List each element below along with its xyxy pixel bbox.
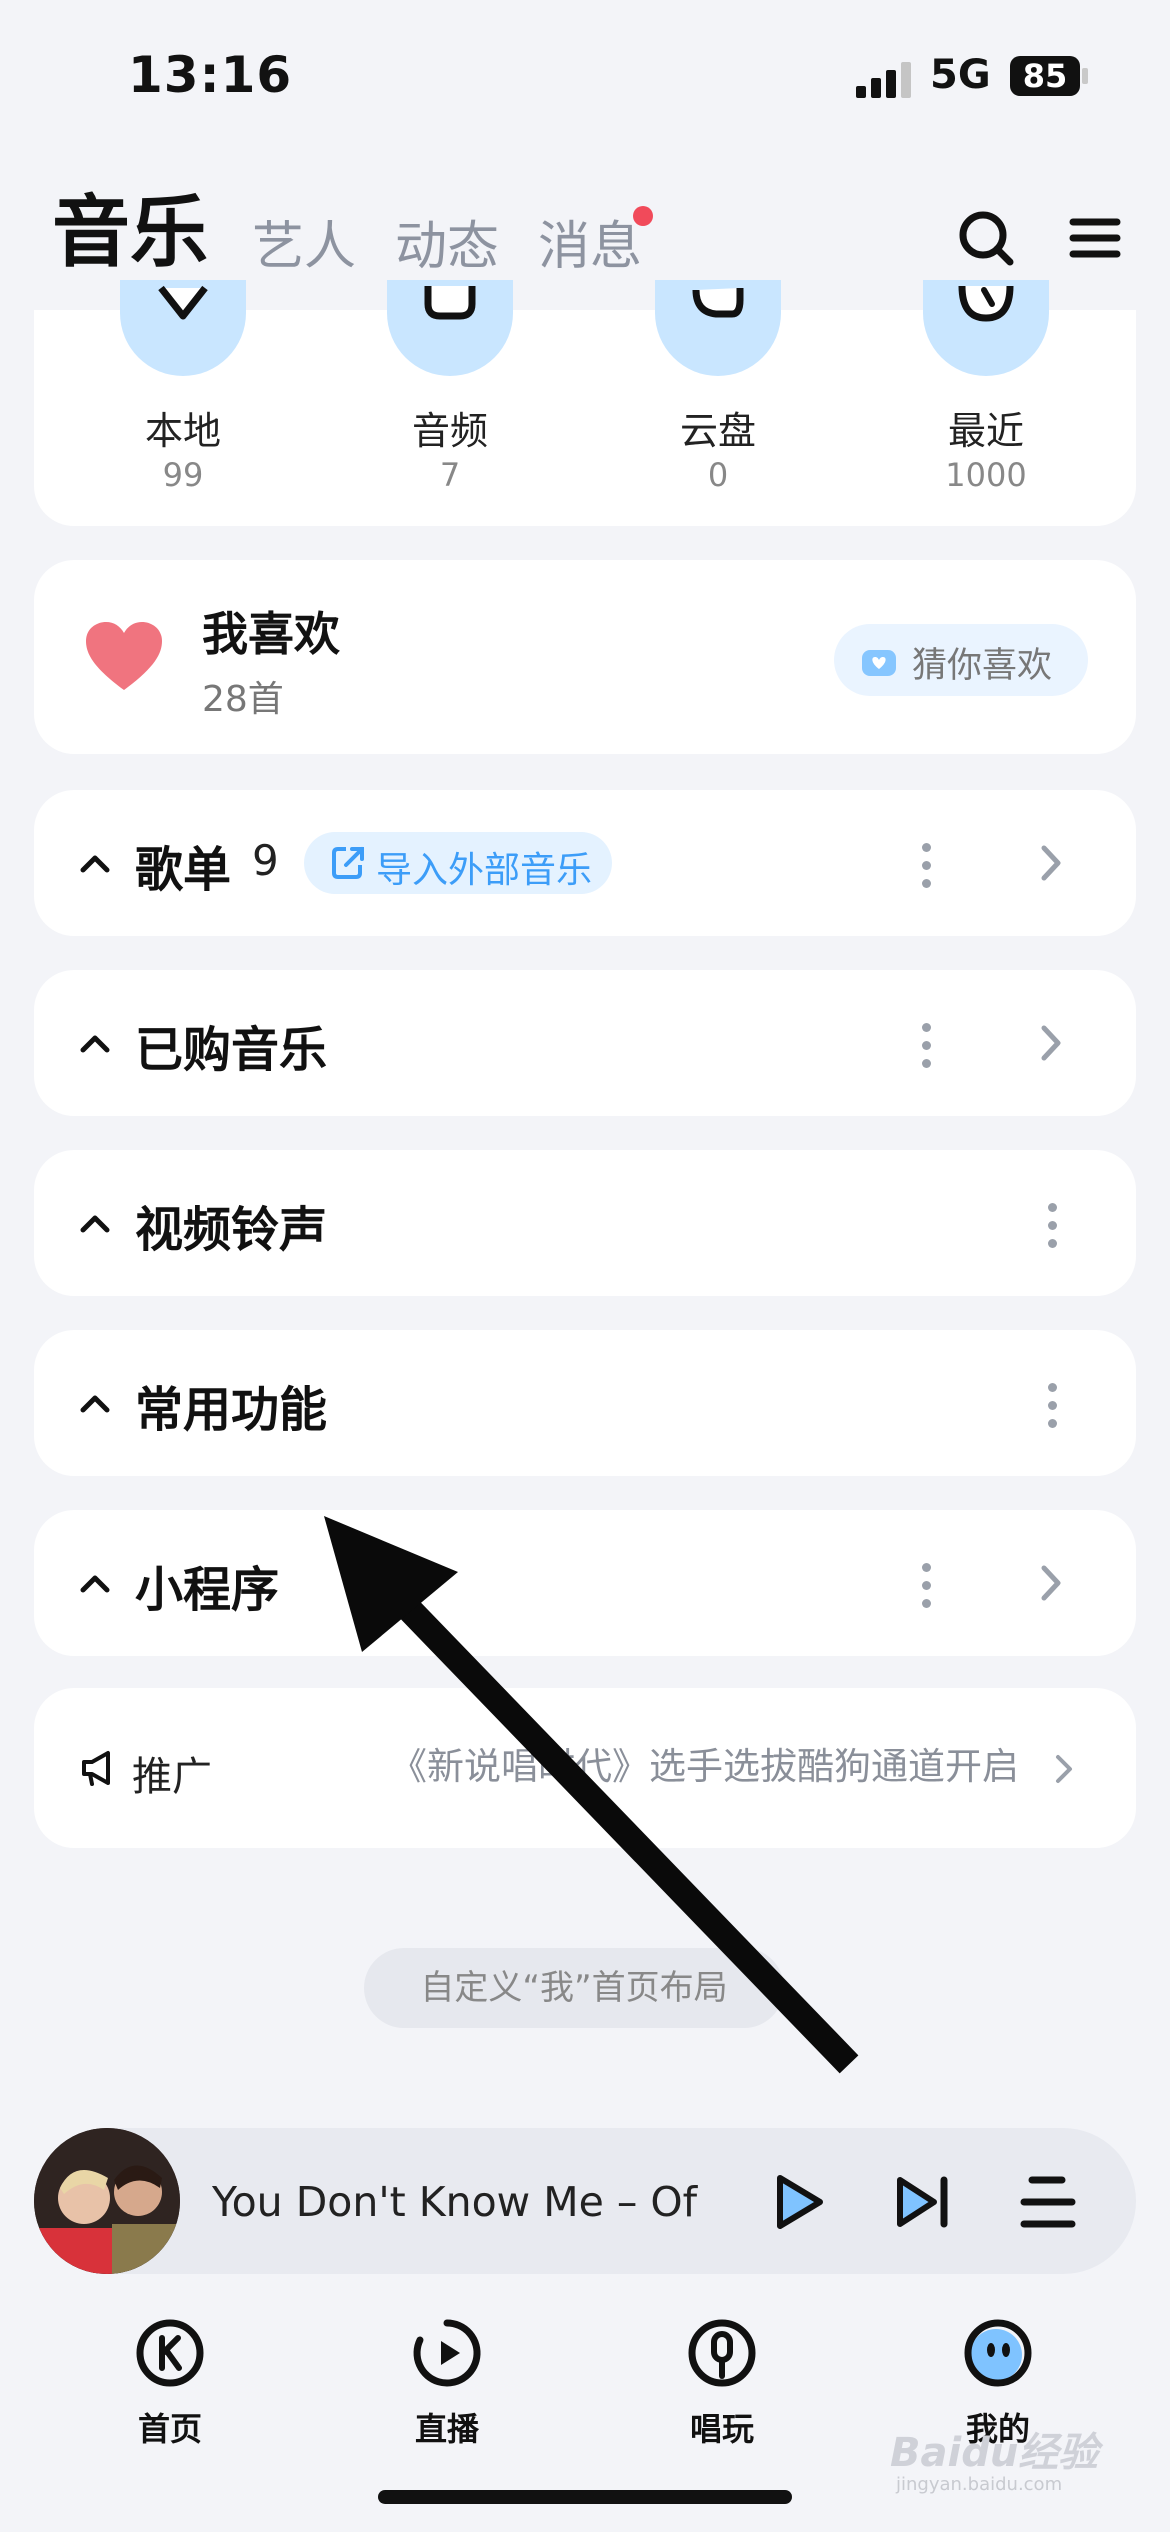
watermark: Baidu经验 (890, 2430, 1099, 2476)
favorites-title: 我喜欢 (202, 607, 340, 661)
quick-count: 99 (162, 456, 204, 494)
my-face-icon (964, 2319, 1032, 2387)
chevron-right-icon[interactable] (1036, 1562, 1066, 1604)
annotation-arrow (324, 1516, 859, 2074)
chevron-up-icon[interactable] (78, 1026, 112, 1060)
section-title: 视频铃声 (135, 1202, 328, 1258)
guess-you-like-button[interactable]: 猜你喜欢 (834, 624, 1088, 696)
chevron-right-icon[interactable] (1052, 1752, 1076, 1786)
more-icon[interactable] (919, 843, 933, 889)
chevron-up-icon[interactable] (78, 1206, 112, 1240)
tab-music[interactable]: 音乐 (52, 170, 208, 282)
chevron-up-icon[interactable] (78, 1566, 112, 1600)
import-icon (332, 847, 364, 879)
play-icon[interactable] (766, 2170, 830, 2234)
home-indicator[interactable] (378, 2490, 792, 2504)
section-title: 小程序 (135, 1562, 280, 1618)
chevron-up-icon[interactable] (78, 1386, 112, 1420)
quick-count: 1000 (945, 456, 1027, 494)
playlist-icon[interactable] (1016, 2170, 1080, 2234)
guess-label: 猜你喜欢 (912, 646, 1053, 686)
message-badge (633, 206, 653, 226)
more-icon[interactable] (1045, 1203, 1059, 1249)
import-label: 导入外部音乐 (376, 850, 593, 891)
album-art[interactable] (34, 2128, 180, 2274)
more-icon[interactable] (1045, 1383, 1059, 1429)
network-type: 5G (930, 52, 991, 98)
search-icon[interactable] (956, 208, 1016, 268)
nav-home[interactable]: 首页 (100, 2316, 240, 2450)
more-icon[interactable] (919, 1563, 933, 1609)
nav-label: 首页 (137, 2410, 202, 2448)
next-icon[interactable] (892, 2170, 956, 2234)
nav-sing[interactable]: 唱玩 (652, 2316, 792, 2450)
nav-label: 直播 (414, 2410, 479, 2448)
tab-artist[interactable]: 艺人 (252, 204, 356, 279)
nav-live[interactable]: 直播 (377, 2316, 517, 2450)
promo-label: 推广 (132, 1754, 212, 1800)
signal-icon (856, 58, 916, 98)
playlist-count: 9 (252, 836, 279, 885)
song-title[interactable]: You Don't Know Me – Of (212, 2178, 712, 2226)
live-play-icon (413, 2319, 481, 2387)
section-title: 歌单 (135, 842, 232, 898)
quick-label: 音频 (411, 409, 488, 453)
sing-mic-icon (688, 2319, 756, 2387)
status-time: 13:16 (128, 46, 293, 104)
section-title: 常用功能 (135, 1382, 328, 1438)
nav-label: 唱玩 (689, 2410, 754, 2448)
import-music-button[interactable]: 导入外部音乐 (304, 832, 612, 894)
more-icon[interactable] (919, 1023, 933, 1069)
tab-feed[interactable]: 动态 (395, 204, 499, 279)
chevron-right-icon[interactable] (1036, 842, 1066, 884)
chevron-right-icon[interactable] (1036, 1022, 1066, 1064)
menu-icon[interactable] (1065, 208, 1125, 268)
megaphone-icon (82, 1751, 110, 1786)
heart-icon (86, 622, 162, 690)
quick-label: 云盘 (679, 409, 756, 453)
battery-cap (1082, 68, 1088, 84)
watermark-url: jingyan.baidu.com (896, 2474, 1063, 2495)
tab-messages[interactable]: 消息 (538, 204, 642, 279)
battery-level: 85 (1010, 56, 1080, 96)
favorites-count: 28首 (202, 679, 284, 720)
section-title: 已购音乐 (135, 1022, 328, 1078)
tv-heart-icon (862, 650, 896, 676)
chevron-up-icon[interactable] (78, 846, 112, 880)
k-home-icon (136, 2319, 204, 2387)
quick-label: 最近 (947, 409, 1024, 453)
quick-count: 0 (707, 456, 729, 494)
quick-label: 本地 (144, 409, 221, 453)
quick-count: 7 (439, 456, 461, 494)
